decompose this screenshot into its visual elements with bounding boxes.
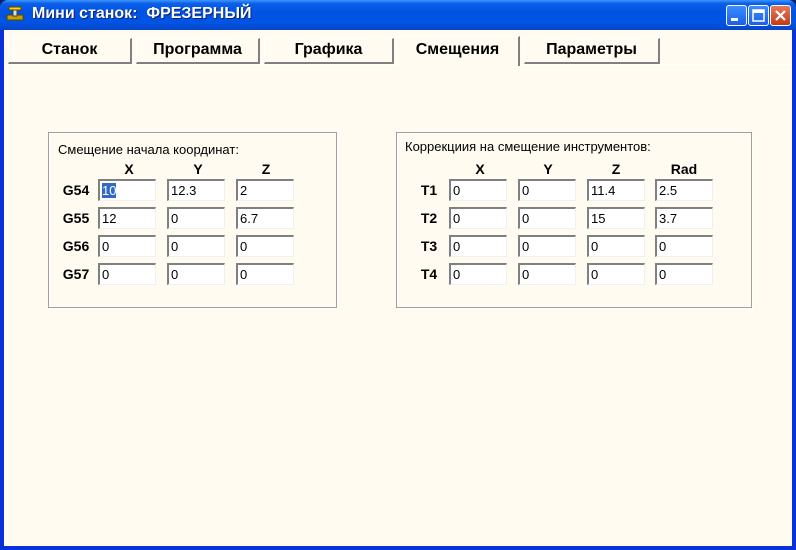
work-offsets-group: Смещение начала координат: X Y Z G54 G55… xyxy=(48,132,337,308)
work-offsets-title: Смещение начала координат: xyxy=(58,142,239,157)
tab-program[interactable]: Программа xyxy=(136,38,260,64)
tool-offsets-title: Коррекциия на смещение инструментов: xyxy=(405,139,651,154)
tool-t1-z-input[interactable]: 11.4 xyxy=(587,179,645,201)
tool-t3-y-input[interactable]: 0 xyxy=(518,235,576,257)
minimize-icon xyxy=(731,18,738,21)
close-icon xyxy=(775,10,786,21)
offset-g54-y-input[interactable]: 12.3 xyxy=(167,179,225,201)
tab-graphics[interactable]: Графика xyxy=(264,38,394,64)
tool-t2-rad-input[interactable]: 3.7 xyxy=(655,207,713,229)
tool-t2-x-input[interactable]: 0 xyxy=(449,207,507,229)
offset-g54-z-input[interactable]: 2 xyxy=(236,179,294,201)
tool-t3-z-input[interactable]: 0 xyxy=(587,235,645,257)
row-label-g56: G56 xyxy=(62,238,90,254)
tool-t1-rad-input[interactable]: 2.5 xyxy=(655,179,713,201)
row-label-t3: T3 xyxy=(420,238,438,254)
tool-t3-rad-input[interactable]: 0 xyxy=(655,235,713,257)
offset-g55-x-input[interactable]: 12 xyxy=(98,207,156,229)
offset-g57-z-input[interactable]: 0 xyxy=(236,263,294,285)
column-header-x: X xyxy=(124,161,134,177)
column-header-z: Z xyxy=(261,161,271,177)
cnc-app-icon xyxy=(6,6,24,22)
row-label-t1: T1 xyxy=(420,182,438,198)
offset-g56-x-input[interactable]: 0 xyxy=(98,235,156,257)
offset-g55-y-input[interactable]: 0 xyxy=(167,207,225,229)
tool-t2-y-input[interactable]: 0 xyxy=(518,207,576,229)
row-label-t4: T4 xyxy=(420,266,438,282)
tool-t1-x-input[interactable]: 0 xyxy=(449,179,507,201)
tool-t2-z-input[interactable]: 15 xyxy=(587,207,645,229)
tool-t3-x-input[interactable]: 0 xyxy=(449,235,507,257)
tool-t1-y-input[interactable]: 0 xyxy=(518,179,576,201)
offset-g57-x-input[interactable]: 0 xyxy=(98,263,156,285)
tab-offsets[interactable]: Смещения xyxy=(396,36,520,66)
row-label-t2: T2 xyxy=(420,210,438,226)
close-button[interactable] xyxy=(770,5,791,26)
maximize-button[interactable] xyxy=(748,5,769,26)
tab-bar: Станок Программа Графика Смещения Параме… xyxy=(4,30,792,70)
client-area: Станок Программа Графика Смещения Параме… xyxy=(4,30,792,546)
tool-offsets-group: Коррекциия на смещение инструментов: X Y… xyxy=(396,132,752,308)
app-window: Мини станок: ФРЕЗЕРНЫЙ Станок Программа … xyxy=(0,0,796,550)
window-title: Мини станок: ФРЕЗЕРНЫЙ xyxy=(32,5,252,22)
column-header-rad: Rad xyxy=(670,161,698,177)
tab-parameters[interactable]: Параметры xyxy=(524,38,660,64)
offset-g55-z-input[interactable]: 6.7 xyxy=(236,207,294,229)
selected-text: 10 xyxy=(102,183,117,198)
column-header-y: Y xyxy=(193,161,203,177)
column-header-z: Z xyxy=(611,161,621,177)
offset-g54-x-input[interactable]: 10 xyxy=(98,179,156,201)
window-bottom-border xyxy=(0,546,796,550)
title-bar[interactable]: Мини станок: ФРЕЗЕРНЫЙ xyxy=(0,0,796,30)
row-label-g54: G54 xyxy=(62,182,90,198)
tool-t4-rad-input[interactable]: 0 xyxy=(655,263,713,285)
tool-t4-x-input[interactable]: 0 xyxy=(449,263,507,285)
tab-stanok[interactable]: Станок xyxy=(8,38,132,64)
minimize-button[interactable] xyxy=(726,5,747,26)
offset-g56-z-input[interactable]: 0 xyxy=(236,235,294,257)
tool-t4-y-input[interactable]: 0 xyxy=(518,263,576,285)
offset-g57-y-input[interactable]: 0 xyxy=(167,263,225,285)
maximize-icon xyxy=(752,9,765,22)
column-header-y: Y xyxy=(543,161,553,177)
row-label-g55: G55 xyxy=(62,210,90,226)
row-label-g57: G57 xyxy=(62,266,90,282)
offset-g56-y-input[interactable]: 0 xyxy=(167,235,225,257)
tool-t4-z-input[interactable]: 0 xyxy=(587,263,645,285)
column-header-x: X xyxy=(475,161,485,177)
